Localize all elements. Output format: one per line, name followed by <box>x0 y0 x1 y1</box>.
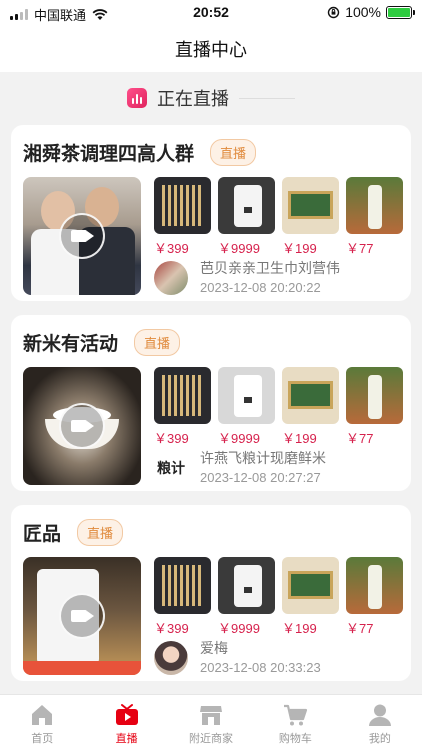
tab-home[interactable]: 首页 <box>0 695 84 750</box>
shop-name: 爱梅 <box>200 640 228 656</box>
live-start-time: 2023-12-08 20:20:22 <box>200 280 321 295</box>
shop-info[interactable]: 粮计 许燕飞粮计现磨鲜米 2023-12-08 20:27:27 <box>154 449 326 487</box>
gift-box-thumb <box>282 557 339 614</box>
live-chart-icon <box>127 88 147 108</box>
section-divider <box>239 97 295 99</box>
live-tag: 直播 <box>77 519 124 546</box>
tab-label: 首页 <box>31 733 54 745</box>
live-card[interactable]: 新米有活动 直播 ￥399 ￥9999 ￥199 ￥77 粮计 许燕飞粮计现磨鲜… <box>11 315 411 491</box>
bottom-tab-bar: 首页 直播 附近商家 购物车 我的 <box>0 694 422 750</box>
product-price: ￥399 <box>154 621 189 636</box>
product-price: ￥199 <box>282 431 317 446</box>
tab-label: 附近商家 <box>189 733 234 745</box>
gift-box-thumb <box>282 177 339 234</box>
shop-name: 芭贝亲亲卫生巾刘营伟 <box>200 260 340 276</box>
live-card[interactable]: 匠品 直播 ￥399 ￥9999 ￥199 ￥77 爱梅 2023-12-08 … <box>11 505 411 681</box>
live-start-time: 2023-12-08 20:27:27 <box>200 470 321 485</box>
home-icon <box>32 705 53 725</box>
live-cover-video[interactable] <box>23 367 141 485</box>
play-video-icon[interactable] <box>59 213 105 259</box>
store-icon <box>200 706 223 725</box>
drink-bottle-thumb <box>346 367 403 424</box>
water-dispenser-thumb <box>218 177 275 234</box>
product-item[interactable]: ￥9999 <box>218 177 275 257</box>
shop-avatar <box>154 261 188 295</box>
tab-live[interactable]: 直播 <box>84 695 168 750</box>
product-item[interactable]: ￥77 <box>346 367 403 447</box>
product-price: ￥77 <box>346 621 374 636</box>
status-right: 100% <box>327 4 415 20</box>
battery-percent: 100% <box>345 4 381 20</box>
product-price: ￥399 <box>154 431 189 446</box>
product-list: ￥399 ￥9999 ￥199 ￥77 <box>154 177 403 257</box>
cart-icon <box>284 704 308 726</box>
battery-icon <box>386 5 415 19</box>
product-item[interactable]: ￥9999 <box>218 557 275 637</box>
play-video-icon[interactable] <box>59 403 105 449</box>
product-item[interactable]: ￥199 <box>282 367 339 447</box>
product-item[interactable]: ￥199 <box>282 557 339 637</box>
chopsticks-set-thumb <box>154 367 211 424</box>
product-item[interactable]: ￥399 <box>154 367 211 447</box>
product-price: ￥77 <box>346 241 374 256</box>
status-bar: 中国联通 20:52 100% <box>0 0 422 26</box>
shop-avatar: 粮计 <box>154 451 188 485</box>
water-dispenser-thumb <box>218 367 275 424</box>
drink-bottle-thumb <box>346 177 403 234</box>
drink-bottle-thumb <box>346 557 403 614</box>
live-tag: 直播 <box>134 329 181 356</box>
live-cover-video[interactable] <box>23 557 141 675</box>
live-tag: 直播 <box>210 139 257 166</box>
product-price: ￥9999 <box>218 241 260 256</box>
product-item[interactable]: ￥199 <box>282 177 339 257</box>
live-cover-video[interactable] <box>23 177 141 295</box>
live-card-title: 湘舜茶调理四高人群 <box>23 144 195 165</box>
live-card[interactable]: 湘舜茶调理四高人群 直播 ￥399 ￥9999 ￥199 ￥77 芭贝亲亲卫生巾… <box>11 125 411 301</box>
section-title: 正在直播 <box>157 89 229 109</box>
product-item[interactable]: ￥9999 <box>218 367 275 447</box>
tab-profile[interactable]: 我的 <box>338 695 422 750</box>
shop-info[interactable]: 芭贝亲亲卫生巾刘营伟 2023-12-08 20:20:22 <box>154 259 340 297</box>
live-start-time: 2023-12-08 20:33:23 <box>200 660 321 675</box>
shop-info[interactable]: 爱梅 2023-12-08 20:33:23 <box>154 639 321 677</box>
nav-bar: 直播中心 <box>0 26 422 72</box>
chopsticks-set-thumb <box>154 177 211 234</box>
tab-nearby-stores[interactable]: 附近商家 <box>169 695 253 750</box>
live-card-title: 新米有活动 <box>23 334 119 355</box>
product-price: ￥399 <box>154 241 189 256</box>
product-item[interactable]: ￥77 <box>346 557 403 637</box>
product-list: ￥399 ￥9999 ￥199 ￥77 <box>154 367 403 447</box>
tab-cart[interactable]: 购物车 <box>253 695 337 750</box>
user-icon <box>368 704 391 726</box>
product-item[interactable]: ￥399 <box>154 177 211 257</box>
tab-label: 购物车 <box>278 733 312 745</box>
gift-box-thumb <box>282 367 339 424</box>
product-price: ￥77 <box>346 431 374 446</box>
product-item[interactable]: ￥399 <box>154 557 211 637</box>
play-video-icon[interactable] <box>59 593 105 639</box>
product-price: ￥9999 <box>218 621 260 636</box>
product-item[interactable]: ￥77 <box>346 177 403 257</box>
chopsticks-set-thumb <box>154 557 211 614</box>
section-header: 正在直播 <box>0 82 422 114</box>
tab-label: 直播 <box>115 733 138 745</box>
orientation-lock-icon <box>327 6 340 18</box>
water-dispenser-thumb <box>218 557 275 614</box>
shop-name: 许燕飞粮计现磨鲜米 <box>200 450 326 466</box>
tab-label: 我的 <box>368 733 391 745</box>
product-list: ￥399 ￥9999 ￥199 ￥77 <box>154 557 403 637</box>
page-title: 直播中心 <box>175 40 247 60</box>
product-price: ￥9999 <box>218 431 260 446</box>
product-price: ￥199 <box>282 621 317 636</box>
product-price: ￥199 <box>282 241 317 256</box>
shop-avatar <box>154 641 188 675</box>
tv-icon <box>115 704 138 725</box>
live-card-title: 匠品 <box>23 524 62 545</box>
